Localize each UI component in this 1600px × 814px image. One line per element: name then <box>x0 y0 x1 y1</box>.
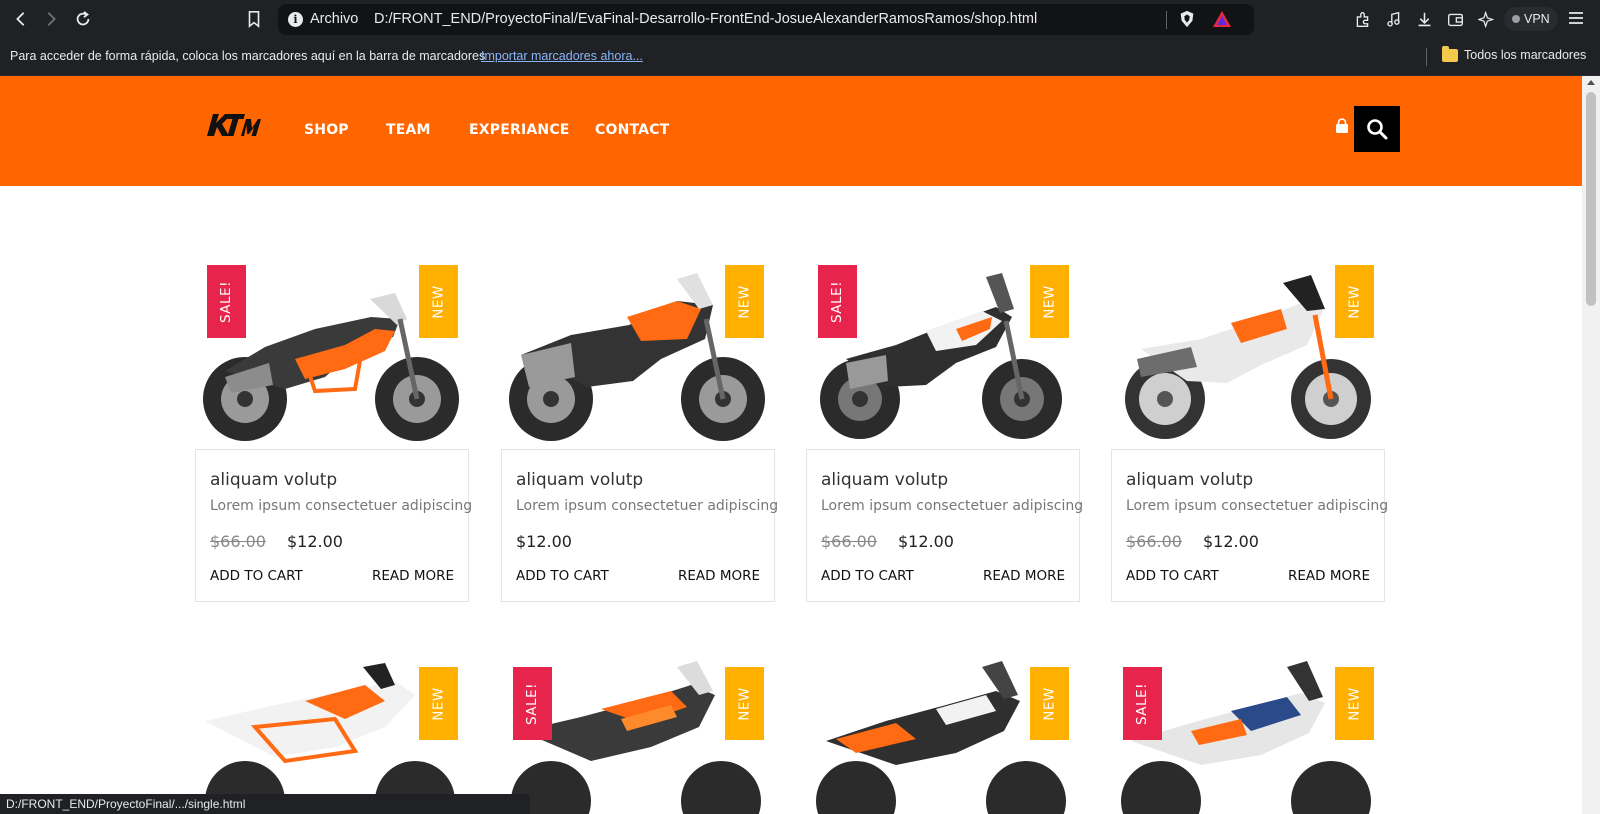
product-description: Lorem ipsum consectetuer adipiscing <box>1126 498 1389 514</box>
new-badge: NEW <box>1335 667 1374 740</box>
price: $12.00 <box>287 532 343 551</box>
vertical-scrollbar[interactable] <box>1582 76 1600 814</box>
reload-icon[interactable] <box>70 6 96 32</box>
bookmark-icon[interactable] <box>241 6 267 32</box>
bookmarks-bar: Para acceder de forma rápida, coloca los… <box>0 38 1600 76</box>
old-price: $66.00 <box>821 532 877 551</box>
menu-icon[interactable] <box>1566 8 1588 30</box>
vpn-label: VPN <box>1524 12 1550 26</box>
leo-ai-icon[interactable] <box>1474 7 1498 31</box>
all-bookmarks-button[interactable]: Todos los marcadores <box>1442 45 1587 62</box>
price: $12.00 <box>898 532 954 551</box>
price: $12.00 <box>1203 532 1259 551</box>
new-badge: NEW <box>419 667 458 740</box>
product-description: Lorem ipsum consectetuer adipiscing <box>516 498 779 514</box>
sale-badge: SALE! <box>818 265 857 338</box>
sale-badge: SALE! <box>1123 667 1162 740</box>
folder-icon <box>1442 45 1458 62</box>
nav-team[interactable]: TEAM <box>386 122 431 138</box>
read-more-button[interactable]: READ MORE <box>678 568 760 584</box>
brave-shield-icon[interactable] <box>1178 10 1196 28</box>
extensions-icon[interactable] <box>1350 7 1374 31</box>
read-more-button[interactable]: READ MORE <box>372 568 454 584</box>
new-badge: NEW <box>419 265 458 338</box>
omnibox-divider <box>1166 11 1167 29</box>
nav-experiance[interactable]: EXPERIANCE <box>469 122 570 138</box>
scroll-up-arrow[interactable] <box>1587 80 1595 85</box>
sale-badge: SALE! <box>207 265 246 338</box>
new-badge: NEW <box>725 265 764 338</box>
add-to-cart-button[interactable]: ADD TO CART <box>516 568 609 584</box>
browser-toolbar: i Archivo D:/FRONT_END/ProyectoFinal/Eva… <box>0 0 1600 38</box>
add-to-cart-button[interactable]: ADD TO CART <box>210 568 303 584</box>
old-price: $66.00 <box>210 532 266 551</box>
read-more-button[interactable]: READ MORE <box>983 568 1065 584</box>
bookmarks-hint: Para acceder de forma rápida, coloca los… <box>10 49 486 63</box>
all-bookmarks-label: Todos los marcadores <box>1464 48 1587 62</box>
shopping-bag-icon[interactable] <box>1334 118 1350 134</box>
import-bookmarks-link[interactable]: Importar marcadores ahora... <box>481 49 643 63</box>
url-text[interactable]: D:/FRONT_END/ProyectoFinal/EvaFinal-Desa… <box>374 11 1037 27</box>
site-header: SHOP TEAM EXPERIANCE CONTACT <box>0 76 1582 186</box>
ktm-logo[interactable] <box>205 112 261 138</box>
sale-badge: SALE! <box>513 667 552 740</box>
search-icon <box>1367 119 1388 140</box>
info-icon[interactable]: i <box>288 12 303 27</box>
product-title[interactable]: aliquam volutp <box>821 470 948 490</box>
page-viewport: SHOP TEAM EXPERIANCE CONTACT SALE! NEW a… <box>0 76 1582 814</box>
old-price: $66.00 <box>1126 532 1182 551</box>
back-icon[interactable] <box>8 6 34 32</box>
product-description: Lorem ipsum consectetuer adipiscing <box>210 498 473 514</box>
link-status-bar: D:/FRONT_END/ProyectoFinal/.../single.ht… <box>0 794 530 814</box>
vpn-button[interactable]: VPN <box>1504 7 1558 31</box>
add-to-cart-button[interactable]: ADD TO CART <box>1126 568 1219 584</box>
address-bar[interactable]: i Archivo D:/FRONT_END/ProyectoFinal/Eva… <box>278 4 1254 35</box>
product-info: aliquam volutp Lorem ipsum consectetuer … <box>501 449 779 602</box>
nav-shop[interactable]: SHOP <box>304 122 349 138</box>
new-badge: NEW <box>725 667 764 740</box>
product-info: aliquam volutp Lorem ipsum consectetuer … <box>195 449 473 602</box>
price: $12.00 <box>516 532 572 551</box>
search-button[interactable] <box>1354 106 1400 152</box>
product-title[interactable]: aliquam volutp <box>516 470 643 490</box>
vpn-status-icon <box>1512 15 1520 23</box>
product-title[interactable]: aliquam volutp <box>210 470 337 490</box>
scroll-thumb[interactable] <box>1586 92 1596 306</box>
add-to-cart-button[interactable]: ADD TO CART <box>821 568 914 584</box>
read-more-button[interactable]: READ MORE <box>1288 568 1370 584</box>
new-badge: NEW <box>1030 667 1069 740</box>
brave-rewards-icon[interactable] <box>1212 10 1232 28</box>
product-info: aliquam volutp Lorem ipsum consectetuer … <box>806 449 1084 602</box>
url-scheme-label: Archivo <box>310 11 359 27</box>
bookmarks-divider <box>1426 48 1427 66</box>
wallet-icon[interactable] <box>1443 7 1467 31</box>
media-icon[interactable] <box>1381 7 1405 31</box>
forward-icon[interactable] <box>38 6 64 32</box>
download-icon[interactable] <box>1412 7 1436 31</box>
product-title[interactable]: aliquam volutp <box>1126 470 1253 490</box>
nav-contact[interactable]: CONTACT <box>595 122 669 138</box>
product-info: aliquam volutp Lorem ipsum consectetuer … <box>1111 449 1389 602</box>
new-badge: NEW <box>1335 265 1374 338</box>
new-badge: NEW <box>1030 265 1069 338</box>
product-description: Lorem ipsum consectetuer adipiscing <box>821 498 1084 514</box>
